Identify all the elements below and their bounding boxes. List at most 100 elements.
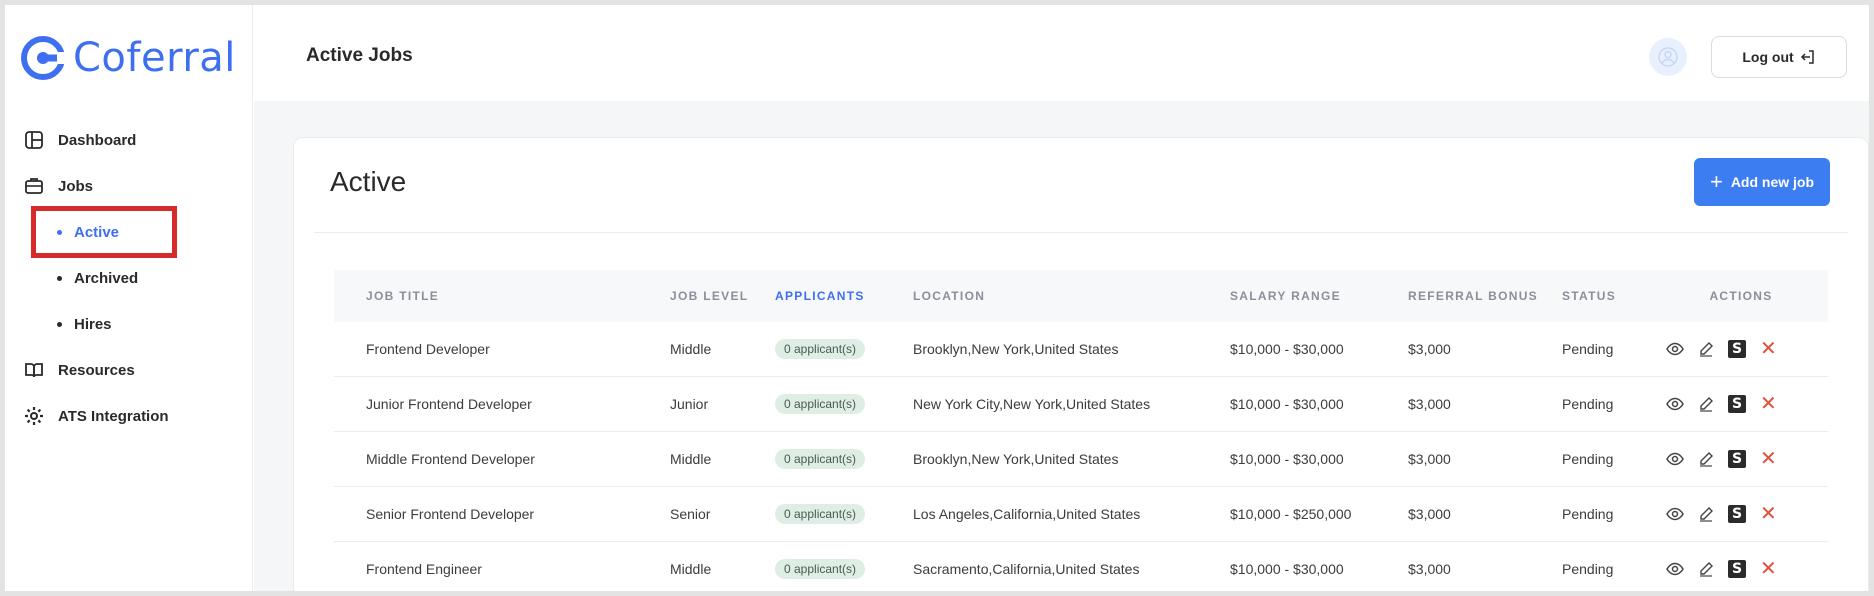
top-header: Active Jobs Log out [254, 5, 1869, 101]
table-body: Frontend Developer Middle 0 applicant(s)… [334, 322, 1828, 591]
table-row[interactable]: Frontend Developer Middle 0 applicant(s)… [334, 322, 1828, 377]
applicants-cell: 0 applicant(s) [775, 449, 913, 469]
location-cell: Brooklyn,New York,United States [913, 341, 1119, 357]
salary-range-cell: $10,000 - $30,000 [1230, 451, 1344, 467]
salary-range-cell: $10,000 - $30,000 [1230, 341, 1344, 357]
pencil-icon[interactable] [1698, 561, 1714, 577]
s-icon[interactable]: S [1728, 395, 1746, 413]
actions-cell: S ✕ [1654, 504, 1828, 524]
s-icon[interactable]: S [1728, 505, 1746, 523]
eye-icon[interactable] [1666, 562, 1684, 576]
location-cell: Brooklyn,New York,United States [913, 451, 1119, 467]
column-header-status[interactable]: STATUS [1562, 289, 1654, 303]
salary-range-cell: $10,000 - $30,000 [1230, 561, 1344, 577]
close-icon[interactable]: ✕ [1760, 504, 1777, 524]
close-icon[interactable]: ✕ [1760, 449, 1777, 469]
applicants-cell: 0 applicant(s) [775, 504, 913, 524]
applicants-badge[interactable]: 0 applicant(s) [775, 339, 866, 359]
dashboard-icon [23, 129, 45, 151]
sidebar-item-label: Resources [58, 361, 135, 379]
close-icon[interactable]: ✕ [1760, 559, 1777, 579]
logout-button[interactable]: Log out [1711, 36, 1847, 78]
status-cell: Pending [1562, 341, 1614, 357]
job-title-cell[interactable]: Junior Frontend Developer [334, 396, 670, 412]
column-header-referral-bonus[interactable]: REFERRAL BONUS [1408, 289, 1562, 303]
highlight-annotation [31, 206, 177, 258]
logout-icon [1800, 50, 1814, 64]
close-icon[interactable]: ✕ [1760, 339, 1777, 359]
job-title-cell[interactable]: Frontend Developer [334, 341, 670, 357]
column-header-location[interactable]: LOCATION [913, 289, 1230, 303]
applicants-badge[interactable]: 0 applicant(s) [775, 394, 866, 414]
sidebar-item-label: Hires [74, 315, 112, 333]
sidebar: Coferral Dashboard Jobs Active Archived … [5, 5, 253, 591]
pencil-icon[interactable] [1698, 396, 1714, 412]
job-level-cell: Junior [670, 396, 709, 412]
sidebar-nav: Dashboard Jobs Active Archived Hires Res… [23, 117, 243, 439]
gear-icon [23, 405, 45, 427]
divider [314, 232, 1848, 233]
s-icon[interactable]: S [1728, 450, 1746, 468]
sidebar-subitem-hires[interactable]: Hires [23, 301, 243, 347]
actions-cell: S ✕ [1654, 449, 1828, 469]
salary-range-cell: $10,000 - $30,000 [1230, 396, 1344, 412]
bullet-icon [57, 275, 62, 281]
logo[interactable]: Coferral [21, 33, 236, 83]
referral-bonus-cell: $3,000 [1408, 341, 1451, 357]
pencil-icon[interactable] [1698, 341, 1714, 357]
jobs-card: Active + Add new job JOB TITLE JOB LEVEL… [293, 137, 1869, 591]
add-new-job-label: Add new job [1730, 174, 1815, 190]
column-header-applicants[interactable]: APPLICANTS [775, 289, 913, 303]
sidebar-item-jobs[interactable]: Jobs [23, 163, 243, 209]
job-title-cell[interactable]: Middle Frontend Developer [334, 451, 670, 467]
s-icon[interactable]: S [1728, 340, 1746, 358]
eye-icon[interactable] [1666, 507, 1684, 521]
eye-icon[interactable] [1666, 397, 1684, 411]
eye-icon[interactable] [1666, 452, 1684, 466]
briefcase-icon [23, 175, 45, 197]
column-header-actions: ACTIONS [1709, 289, 1773, 303]
book-icon [23, 359, 45, 381]
applicants-cell: 0 applicant(s) [775, 394, 913, 414]
status-cell: Pending [1562, 561, 1614, 577]
sidebar-item-ats-integration[interactable]: ATS Integration [23, 393, 243, 439]
table-row[interactable]: Senior Frontend Developer Senior 0 appli… [334, 487, 1828, 542]
job-title-cell[interactable]: Frontend Engineer [334, 561, 670, 577]
s-icon[interactable]: S [1728, 560, 1746, 578]
location-cell: New York City,New York,United States [913, 396, 1151, 412]
section-title: Active [330, 166, 407, 197]
sidebar-item-dashboard[interactable]: Dashboard [23, 117, 243, 163]
actions-cell: S ✕ [1654, 394, 1828, 414]
applicants-badge[interactable]: 0 applicant(s) [775, 559, 866, 579]
app-frame: Coferral Dashboard Jobs Active Archived … [0, 0, 1874, 596]
page-title: Active Jobs [306, 45, 413, 66]
add-new-job-button[interactable]: + Add new job [1694, 158, 1830, 206]
referral-bonus-cell: $3,000 [1408, 561, 1451, 577]
close-icon[interactable]: ✕ [1760, 394, 1777, 414]
table-row[interactable]: Middle Frontend Developer Middle 0 appli… [334, 432, 1828, 487]
column-header-salary-range[interactable]: SALARY RANGE [1230, 289, 1408, 303]
table-header: JOB TITLE JOB LEVEL APPLICANTS LOCATION … [334, 270, 1828, 322]
column-header-job-level[interactable]: JOB LEVEL [670, 289, 775, 303]
salary-range-cell: $10,000 - $250,000 [1230, 506, 1352, 522]
actions-cell: S ✕ [1654, 339, 1828, 359]
logout-label: Log out [1742, 49, 1794, 65]
column-header-job-title[interactable]: JOB TITLE [334, 289, 670, 303]
applicants-badge[interactable]: 0 applicant(s) [775, 504, 866, 524]
job-level-cell: Senior [670, 506, 711, 522]
table-row[interactable]: Frontend Engineer Middle 0 applicant(s) … [334, 542, 1828, 591]
applicants-badge[interactable]: 0 applicant(s) [775, 449, 866, 469]
sidebar-item-resources[interactable]: Resources [23, 347, 243, 393]
avatar[interactable] [1649, 38, 1687, 76]
job-title-cell[interactable]: Senior Frontend Developer [334, 506, 670, 522]
sidebar-subitem-archived[interactable]: Archived [23, 255, 243, 301]
table-row[interactable]: Junior Frontend Developer Junior 0 appli… [334, 377, 1828, 432]
referral-bonus-cell: $3,000 [1408, 396, 1451, 412]
status-cell: Pending [1562, 451, 1614, 467]
sidebar-item-label: Jobs [58, 177, 94, 195]
pencil-icon[interactable] [1698, 506, 1714, 522]
pencil-icon[interactable] [1698, 451, 1714, 467]
job-level-cell: Middle [670, 341, 712, 357]
coferral-logo-icon [21, 36, 67, 80]
eye-icon[interactable] [1666, 342, 1684, 356]
